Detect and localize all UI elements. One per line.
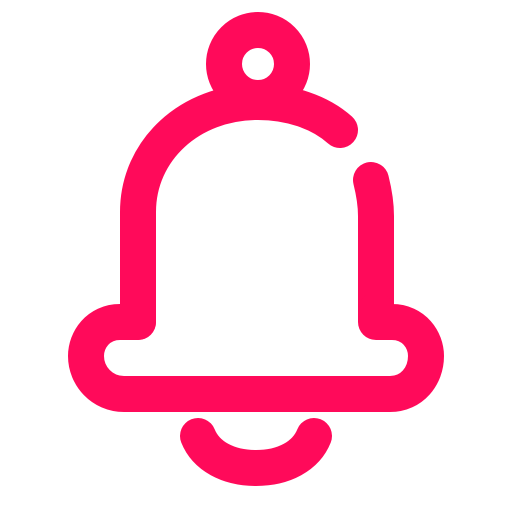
bell-clapper bbox=[180, 418, 332, 486]
bell-rim bbox=[68, 292, 444, 412]
icon-canvas bbox=[0, 0, 512, 512]
bell-icon bbox=[68, 12, 444, 486]
bell-dome-right bbox=[353, 162, 394, 328]
bell-dome-left bbox=[120, 84, 358, 340]
